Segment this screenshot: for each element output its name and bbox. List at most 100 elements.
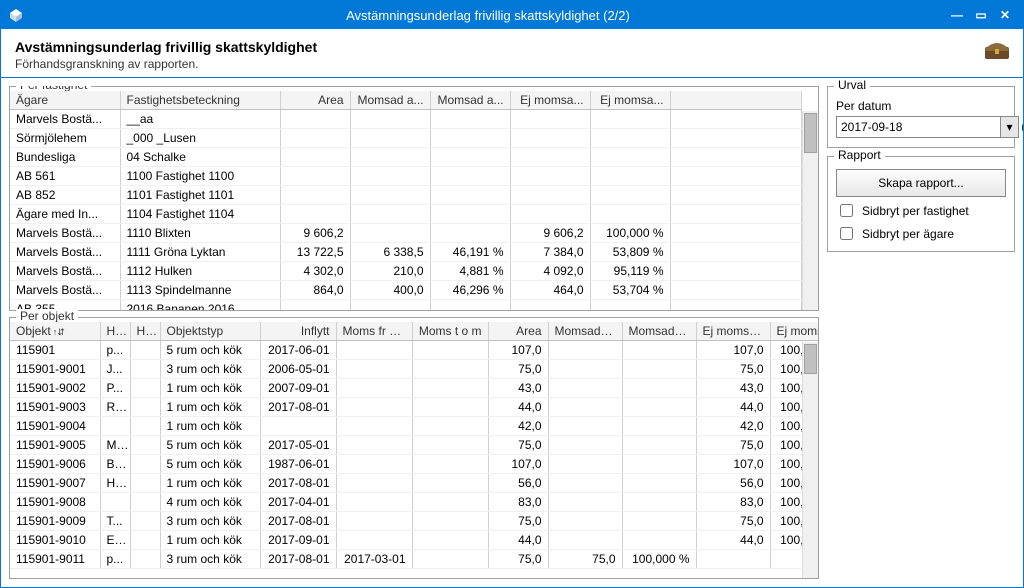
table-cell [412, 455, 488, 474]
column-header[interactable]: Moms t o m [412, 322, 488, 341]
table-cell: 210,0 [350, 262, 430, 281]
column-header[interactable]: Ej momsa... [510, 91, 590, 110]
table-cell [510, 110, 590, 129]
table-cell: 115901-9001 [10, 360, 100, 379]
table-row[interactable]: Marvels Bostä...1112 Hulken4 302,0210,04… [10, 262, 802, 281]
left-column: Per fastighet ÄgareFastighetsbeteckningA… [9, 86, 819, 579]
table-row[interactable]: 115901-9005M...5 rum och kök2017-05-0175… [10, 436, 818, 455]
sidbryt-agare-input[interactable] [840, 227, 853, 240]
table-cell: 115901-9005 [10, 436, 100, 455]
column-header[interactable]: Area [280, 91, 350, 110]
table-row[interactable]: 115901-9006B...5 rum och kök1987-06-0110… [10, 455, 818, 474]
sidbryt-agare-checkbox[interactable]: Sidbryt per ägare [836, 224, 1006, 243]
column-header[interactable]: Momsad a... [350, 91, 430, 110]
rapport-label: Rapport [834, 148, 885, 162]
column-header[interactable]: Fastighetsbeteckning [120, 91, 280, 110]
table-cell: 44,0 [488, 398, 548, 417]
table-cell [622, 474, 696, 493]
column-header[interactable]: H... [100, 322, 130, 341]
table-row[interactable]: 115901-9011p...3 rum och kök2017-08-0120… [10, 550, 818, 569]
table-row[interactable]: Marvels Bostä...1111 Gröna Lyktan13 722,… [10, 243, 802, 262]
table-cell [548, 417, 622, 436]
table-row[interactable]: 115901-9007H...1 rum och kök2017-08-0156… [10, 474, 818, 493]
table-cell: 100,000 % [622, 550, 696, 569]
table-row[interactable]: Marvels Bostä...1113 Spindelmanne864,040… [10, 281, 802, 300]
column-header[interactable]: Area [488, 322, 548, 341]
table-cell [336, 474, 412, 493]
sidbryt-fastighet-input[interactable] [840, 204, 853, 217]
column-header[interactable]: Momsad a... [430, 91, 510, 110]
date-picker[interactable]: ▾ [836, 116, 1019, 138]
table-cell [622, 455, 696, 474]
table-row[interactable]: AB 5611100 Fastighet 1100 [10, 167, 802, 186]
table-cell: 13 722,5 [280, 243, 350, 262]
table-cell [622, 493, 696, 512]
table-row[interactable]: 115901-90084 rum och kök2017-04-0183,083… [10, 493, 818, 512]
table-cell: J... [100, 360, 130, 379]
table-cell: 107,0 [696, 341, 770, 360]
date-input[interactable] [837, 117, 1000, 137]
per-fastighet-scrollbar[interactable] [802, 111, 818, 310]
table-cell [100, 417, 130, 436]
per-objekt-grid[interactable]: Objekt↑⇵H...H...ObjektstypInflyttMoms fr… [10, 322, 818, 569]
table-row[interactable]: 115901-9001J...3 rum och kök2006-05-0175… [10, 360, 818, 379]
table-cell: 7 384,0 [510, 243, 590, 262]
column-header[interactable]: Ej momsa... [696, 322, 770, 341]
table-row[interactable]: 115901-9009T...3 rum och kök2017-08-0175… [10, 512, 818, 531]
table-row[interactable]: 115901-9010E...1 rum och kök2017-09-0144… [10, 531, 818, 550]
table-cell [510, 300, 590, 311]
table-cell [412, 417, 488, 436]
table-cell [280, 148, 350, 167]
table-row[interactable]: 115901-9002P...1 rum och kök2007-09-0143… [10, 379, 818, 398]
column-header[interactable]: Momsad a... [622, 322, 696, 341]
table-row[interactable]: Marvels Bostä...__aa [10, 110, 802, 129]
column-header[interactable]: Inflytt [260, 322, 336, 341]
table-cell [548, 379, 622, 398]
date-dropdown-button[interactable]: ▾ [1000, 117, 1018, 137]
table-cell: 56,0 [488, 474, 548, 493]
column-header[interactable]: Objekt↑⇵ [10, 322, 100, 341]
table-cell [430, 148, 510, 167]
table-row[interactable]: Sörmjölehem_000 _Lusen [10, 129, 802, 148]
table-row[interactable]: 115901-90041 rum och kök42,042,0100,000 … [10, 417, 818, 436]
table-cell: 46,296 % [430, 281, 510, 300]
table-cell [130, 531, 160, 550]
body: Per fastighet ÄgareFastighetsbeteckningA… [1, 78, 1023, 587]
table-cell: 115901-9002 [10, 379, 100, 398]
rapport-panel: Rapport Skapa rapport... Sidbryt per fas… [827, 156, 1015, 252]
minimize-button[interactable]: — [945, 8, 969, 22]
table-cell: 115901-9011 [10, 550, 100, 569]
maximize-button[interactable]: ▭ [969, 8, 993, 22]
table-cell [336, 531, 412, 550]
column-header[interactable]: Ägare [10, 91, 120, 110]
column-header[interactable]: Objektstyp [160, 322, 260, 341]
table-cell: p... [100, 341, 130, 360]
table-row[interactable]: 115901-9003R...1 rum och kök2017-08-0144… [10, 398, 818, 417]
table-cell [548, 493, 622, 512]
close-button[interactable]: ✕ [993, 8, 1017, 22]
table-cell: 95,119 % [590, 262, 670, 281]
table-cell: 2017-04-01 [260, 493, 336, 512]
table-cell [548, 360, 622, 379]
per-objekt-scrollbar[interactable] [802, 342, 818, 578]
table-row[interactable]: Bundesliga04 Schalke [10, 148, 802, 167]
column-header[interactable]: Ej momsa... [770, 322, 818, 341]
column-header[interactable]: Moms fr o... [336, 322, 412, 341]
sidbryt-fastighet-checkbox[interactable]: Sidbryt per fastighet [836, 201, 1006, 220]
uppdatera-label: Uppdatera [1021, 123, 1023, 135]
table-row[interactable]: Ägare med In...1104 Fastighet 1104 [10, 205, 802, 224]
table-row[interactable]: AB 3552016 Bananen 2016 [10, 300, 802, 311]
table-cell [430, 205, 510, 224]
table-cell: __aa [120, 110, 280, 129]
column-header[interactable]: Ej momsa... [590, 91, 670, 110]
skapa-rapport-button[interactable]: Skapa rapport... [836, 169, 1006, 197]
table-cell [590, 129, 670, 148]
column-header[interactable]: Momsad a... [548, 322, 622, 341]
table-cell [622, 436, 696, 455]
table-row[interactable]: Marvels Bostä...1110 Blixten9 606,29 606… [10, 224, 802, 243]
per-fastighet-grid[interactable]: ÄgareFastighetsbeteckningAreaMomsad a...… [10, 91, 802, 310]
column-header[interactable]: H... [130, 322, 160, 341]
table-row[interactable]: AB 8521101 Fastighet 1101 [10, 186, 802, 205]
table-cell: 2017-09-01 [260, 531, 336, 550]
table-row[interactable]: 115901p...5 rum och kök2017-06-01107,010… [10, 341, 818, 360]
